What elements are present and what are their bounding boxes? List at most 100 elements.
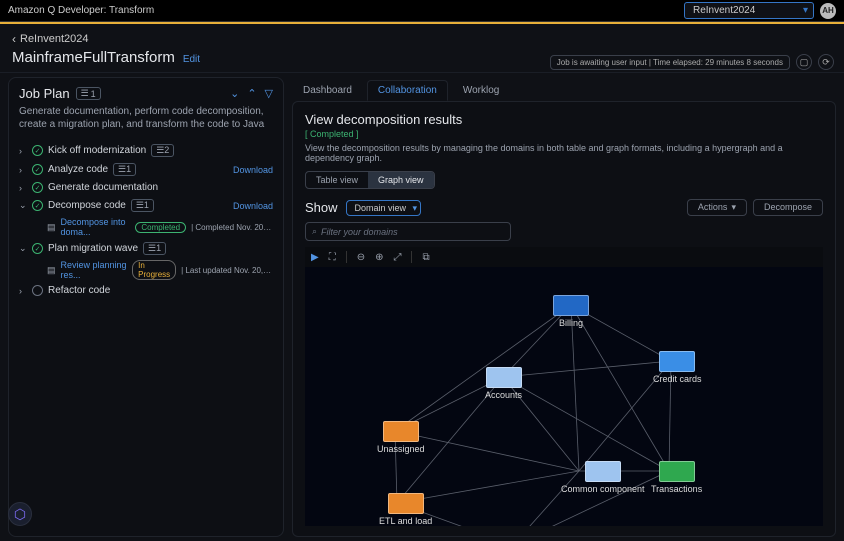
tabs: DashboardCollaborationWorklog (292, 77, 836, 101)
play-icon[interactable]: ▶ (311, 252, 319, 263)
q-badge-icon[interactable]: ⬡ (8, 502, 32, 526)
decompose-button[interactable]: Decompose (753, 199, 823, 216)
expand-all-icon[interactable]: ⌄ (230, 87, 239, 100)
show-label: Show (305, 200, 338, 215)
refresh-icon[interactable]: ⟳ (818, 54, 834, 70)
item-badge: ☰1 (113, 163, 136, 176)
avatar[interactable]: AH (820, 3, 836, 19)
chevron-icon: › (19, 183, 27, 193)
status-icon: ✓ (32, 164, 43, 175)
graph-view-tab[interactable]: Graph view (368, 172, 434, 188)
job-status-pill: Job is awaiting user input | Time elapse… (550, 55, 790, 70)
table-view-tab[interactable]: Table view (306, 172, 368, 188)
domain-view-dropdown[interactable]: Domain view (346, 200, 422, 216)
zoom-in-icon[interactable]: ⊕ (375, 252, 383, 263)
status-icon: ✓ (32, 243, 43, 254)
filter-icon[interactable]: ▽ (265, 87, 273, 100)
page-title: MainframeFullTransform (12, 49, 175, 66)
chevron-icon: ⌄ (19, 200, 27, 211)
node-etl[interactable]: ETL and load (379, 493, 432, 526)
tree-subitem[interactable]: ▤ Review planning res... In Progress | L… (19, 258, 273, 282)
breadcrumb[interactable]: ‹ ReInvent2024 (12, 32, 832, 46)
jobplan-title: Job Plan (19, 86, 70, 101)
node-label: Credit cards (653, 374, 702, 384)
fullscreen-icon[interactable]: ⤢ (393, 252, 401, 263)
tree-item[interactable]: › ✓ Analyze code ☰1 Download (19, 160, 273, 179)
statusbar: Job is awaiting user input | Time elapse… (550, 54, 834, 70)
chevron-icon: › (19, 165, 27, 175)
status-icon: ✓ (32, 182, 43, 193)
tree-subitem[interactable]: ▤ Decompose into doma... Completed | Com… (19, 215, 273, 239)
tree-item[interactable]: › Refactor code (19, 282, 273, 299)
node-unassigned[interactable]: Unassigned (377, 421, 425, 454)
edge (571, 305, 579, 471)
collapse-all-icon[interactable]: ⌃ (247, 87, 256, 100)
panel: View decomposition results [ Completed ]… (292, 101, 836, 537)
panel-status: [ Completed ] (305, 129, 823, 139)
project-select[interactable]: ReInvent2024 (684, 2, 814, 19)
graph-canvas[interactable]: Billing Credit cards Accounts Unassigned Com… (305, 267, 823, 526)
edge (395, 305, 571, 431)
filter-placeholder: Filter your domains (321, 227, 398, 237)
doc-icon: ▤ (47, 265, 56, 276)
download-link[interactable]: Download (233, 201, 273, 211)
node-accounts[interactable]: Accounts (485, 367, 522, 400)
tree-item-label: Kick off modernization (48, 145, 146, 156)
graph-toolbar: ▶ ⛶ ⊖ ⊕ ⤢ ⧉ (305, 247, 823, 267)
tree-subitem-label: Decompose into doma... (61, 217, 131, 237)
node-label: Common component (561, 484, 645, 494)
panel-title: View decomposition results (305, 112, 823, 127)
tree-subitem-label: Review planning res... (61, 260, 128, 280)
edge (503, 377, 669, 471)
tree-item[interactable]: › ✓ Generate documentation (19, 179, 273, 196)
stop-icon[interactable]: ▢ (796, 54, 812, 70)
tab-collaboration[interactable]: Collaboration (367, 80, 448, 101)
filter-input[interactable]: ⌕ Filter your domains (305, 222, 511, 241)
edit-link[interactable]: Edit (183, 54, 200, 65)
fit-icon[interactable]: ⛶ (329, 252, 336, 263)
tree-item[interactable]: › ✓ Kick off modernization ☰2 (19, 141, 273, 160)
subitem-meta: | Last updated Nov. 20, 2024, 10... (181, 266, 273, 275)
tree-item-label: Decompose code (48, 200, 126, 211)
node-label: Billing (553, 318, 589, 328)
chevron-icon: › (19, 286, 27, 296)
edge (571, 305, 669, 471)
node-creditcards[interactable]: Credit cards (653, 351, 702, 384)
panel-desc: View the decomposition results by managi… (305, 143, 823, 163)
tree-item-label: Refactor code (48, 285, 110, 296)
item-badge: ☰1 (143, 242, 166, 255)
status-icon: ✓ (32, 200, 43, 211)
status-pill: Completed (135, 222, 186, 233)
project-select-value: ReInvent2024 (693, 5, 755, 16)
item-badge: ☰1 (131, 199, 154, 212)
tree-item[interactable]: ⌄ ✓ Plan migration wave ☰1 (19, 239, 273, 258)
jobplan-desc: Generate documentation, perform code dec… (19, 105, 273, 131)
node-label: Transactions (651, 484, 702, 494)
node-label: ETL and load (379, 516, 432, 526)
zoom-out-icon[interactable]: ⊖ (357, 252, 365, 263)
status-icon: ✓ (32, 145, 43, 156)
tree-item-label: Analyze code (48, 164, 108, 175)
view-toggle: Table view Graph view (305, 171, 435, 189)
tree-item[interactable]: ⌄ ✓ Decompose code ☰1 Download (19, 196, 273, 215)
tree-item-label: Plan migration wave (48, 243, 138, 254)
status-icon (32, 285, 43, 296)
tab-worklog[interactable]: Worklog (452, 80, 511, 101)
item-badge: ☰2 (151, 144, 174, 157)
node-common[interactable]: Common component (561, 461, 645, 494)
node-billing[interactable]: Billing (553, 295, 589, 328)
search-icon: ⌕ (312, 226, 317, 237)
actions-button[interactable]: Actions▾ (687, 199, 747, 216)
node-transactions[interactable]: Transactions (651, 461, 702, 494)
app-title: Amazon Q Developer: Transform (8, 5, 154, 16)
download-link[interactable]: Download (233, 165, 273, 175)
tree-item-label: Generate documentation (48, 182, 158, 193)
node-label: Unassigned (377, 444, 425, 454)
jobplan-tree: › ✓ Kick off modernization ☰2 › ✓ Analyz… (19, 141, 273, 299)
chevron-icon: › (19, 146, 27, 156)
topbar-right: ReInvent2024 AH (684, 2, 836, 19)
chevron-left-icon: ‹ (12, 32, 16, 46)
tab-dashboard[interactable]: Dashboard (292, 80, 363, 101)
copy-icon[interactable]: ⧉ (422, 252, 429, 263)
topbar: Amazon Q Developer: Transform ReInvent20… (0, 0, 844, 22)
